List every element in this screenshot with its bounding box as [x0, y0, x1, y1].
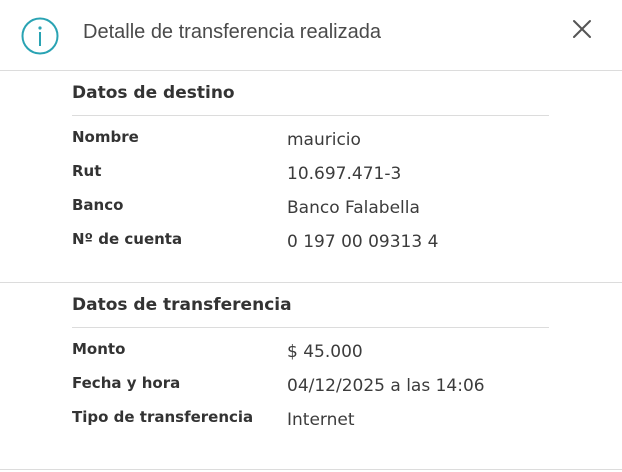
detail-value: $ 45.000 [287, 342, 363, 362]
section-divider [72, 115, 549, 116]
detail-label: Nombre [72, 128, 139, 146]
section-divider [72, 327, 549, 328]
dialog-header: Detalle de transferencia realizada [0, 0, 622, 71]
close-icon[interactable] [568, 15, 596, 43]
detail-value: mauricio [287, 130, 361, 150]
detail-value: 10.697.471-3 [287, 164, 402, 184]
transfer-detail-dialog: Detalle de transferencia realizada Datos… [0, 0, 622, 472]
detail-row-rut: Rut 10.697.471-3 [72, 162, 549, 186]
detail-value: 0 197 00 09313 4 [287, 232, 439, 252]
detail-row-type: Tipo de transferencia Internet [72, 408, 549, 432]
dialog-title: Detalle de transferencia realizada [83, 21, 381, 43]
detail-value: Banco Falabella [287, 198, 420, 218]
detail-row-account: Nº de cuenta 0 197 00 09313 4 [72, 230, 549, 254]
section-title-destination: Datos de destino [72, 83, 235, 103]
detail-value: Internet [287, 410, 355, 430]
detail-row-amount: Monto $ 45.000 [72, 340, 549, 364]
transfer-section: Datos de transferencia Monto $ 45.000 Fe… [0, 283, 622, 470]
detail-label: Banco [72, 196, 124, 214]
detail-label: Monto [72, 340, 126, 358]
section-title-transfer: Datos de transferencia [72, 295, 292, 315]
detail-label: Rut [72, 162, 102, 180]
detail-label: Fecha y hora [72, 374, 181, 392]
detail-label: Nº de cuenta [72, 230, 183, 248]
detail-row-bank: Banco Banco Falabella [72, 196, 549, 220]
detail-row-datetime: Fecha y hora 04/12/2025 a las 14:06 [72, 374, 549, 398]
detail-value: 04/12/2025 a las 14:06 [287, 376, 485, 396]
info-circle-icon [21, 17, 59, 55]
detail-label: Tipo de transferencia [72, 408, 254, 426]
detail-row-name: Nombre mauricio [72, 128, 549, 152]
destination-section: Datos de destino Nombre mauricio Rut 10.… [0, 71, 622, 283]
